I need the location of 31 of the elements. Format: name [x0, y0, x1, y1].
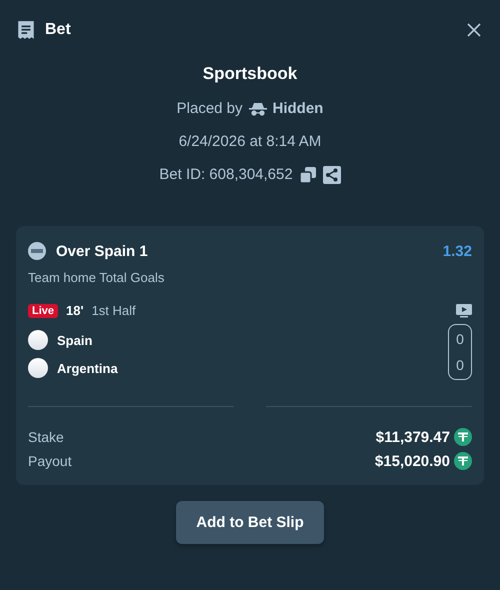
- tether-icon: [454, 428, 472, 446]
- team-name: Argentina: [57, 360, 118, 376]
- selection-name: Over Spain 1: [56, 242, 148, 260]
- close-icon[interactable]: [466, 22, 482, 38]
- team-name: Spain: [57, 332, 92, 348]
- market-name: Team home Total Goals: [28, 270, 166, 285]
- total-label: Stake: [28, 429, 64, 445]
- user-name: Hidden: [272, 100, 324, 117]
- copy-icon[interactable]: [298, 166, 317, 184]
- sportsbook-title: Sportsbook: [202, 64, 298, 85]
- add-to-bet-slip-button[interactable]: Add to Bet Slip: [176, 501, 324, 544]
- tether-icon: [454, 452, 472, 470]
- match-period: 1st Half: [92, 303, 136, 318]
- bet-id: Bet ID: 608,304,652: [159, 166, 293, 183]
- odds: 1.32: [442, 242, 472, 260]
- modal-title: Bet: [45, 21, 71, 39]
- team-score: 0: [456, 331, 464, 347]
- total-label: Payout: [28, 453, 72, 469]
- match-minute: 18': [66, 303, 84, 318]
- receipt-icon: [17, 20, 35, 40]
- total-amount: $15,020.90: [374, 452, 450, 470]
- team-score: 0: [456, 357, 464, 373]
- team-logo-icon: [28, 330, 48, 350]
- team-logo-icon: [28, 358, 48, 378]
- live-badge: Live: [28, 304, 58, 318]
- stream-icon[interactable]: [456, 304, 472, 318]
- bet-date: 6/24/2026 at 8:14 AM: [178, 132, 322, 152]
- total-amount: $11,379.47: [376, 428, 450, 446]
- incognito-icon: [248, 102, 267, 116]
- share-icon[interactable]: [322, 166, 341, 184]
- placed-by-label: Placed by: [176, 100, 243, 117]
